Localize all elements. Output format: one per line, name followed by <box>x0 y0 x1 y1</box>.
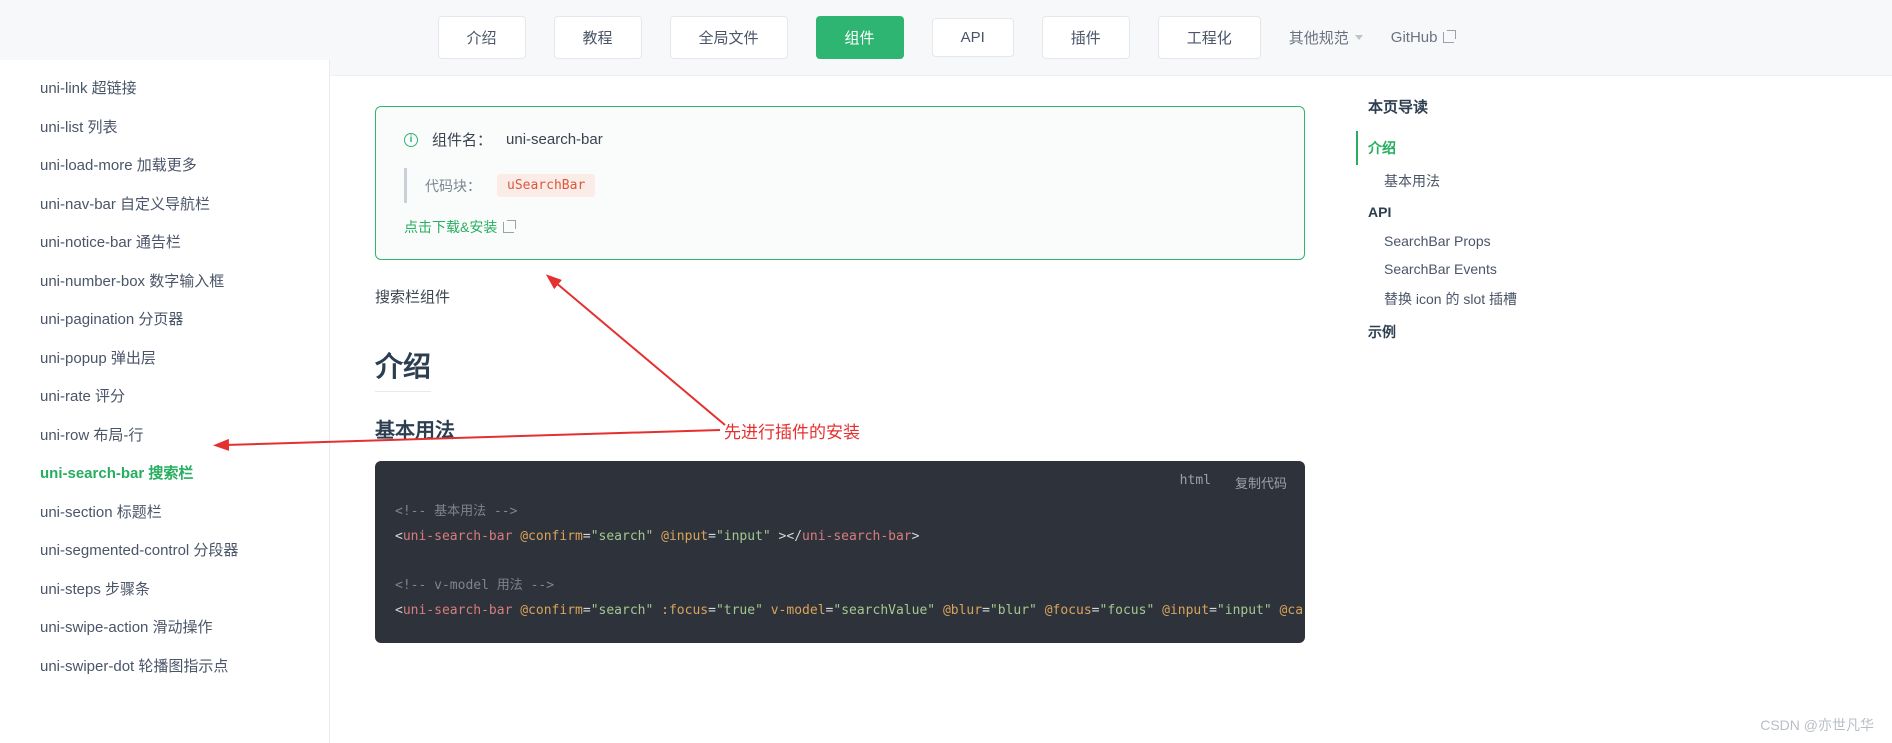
nav-github-label: GitHub <box>1391 29 1438 46</box>
toc-item-slot[interactable]: 替换 icon 的 slot 插槽 <box>1368 283 1568 315</box>
code-example-box: html 复制代码 <!-- 基本用法 --> <uni-search-bar … <box>375 461 1305 643</box>
download-install-link[interactable]: 点击下载&安装 <box>404 217 514 237</box>
sidebar-item[interactable]: uni-popup 弹出层 <box>0 340 329 379</box>
external-link-icon <box>503 222 514 233</box>
toc-item-searchbar-events[interactable]: SearchBar Events <box>1368 255 1568 283</box>
download-install-label: 点击下载&安装 <box>404 217 497 237</box>
sidebar-item[interactable]: uni-section 标题栏 <box>0 494 329 533</box>
nav-plugins[interactable]: 插件 <box>1042 16 1130 59</box>
toc-item-api[interactable]: API <box>1368 197 1568 227</box>
nav-components[interactable]: 组件 <box>816 16 904 59</box>
copy-code-button[interactable]: 复制代码 <box>1235 473 1287 492</box>
sidebar-item[interactable]: uni-pagination 分页器 <box>0 301 329 340</box>
nav-other-spec[interactable]: 其他规范 <box>1289 27 1363 48</box>
sidebar-item[interactable]: uni-swiper-dot 轮播图指示点 <box>0 648 329 687</box>
sidebar-item[interactable]: uni-list 列表 <box>0 109 329 148</box>
main-content: i 组件名： uni-search-bar 代码块： uSearchBar 点击… <box>375 76 1305 643</box>
toc-item-basic-usage[interactable]: 基本用法 <box>1368 165 1568 197</box>
annotation-text: 先进行插件的安装 <box>724 418 860 443</box>
sidebar-item[interactable]: uni-link 超链接 <box>0 70 329 109</box>
sidebar-item[interactable]: uni-steps 步骤条 <box>0 571 329 610</box>
nav-tutorial[interactable]: 教程 <box>554 16 642 59</box>
component-info-card: i 组件名： uni-search-bar 代码块： uSearchBar 点击… <box>375 106 1305 260</box>
nav-api[interactable]: API <box>932 18 1014 57</box>
sidebar-item[interactable]: uni-load-more 加载更多 <box>0 147 329 186</box>
sidebar: uni-link 超链接 uni-list 列表 uni-load-more 加… <box>0 60 330 743</box>
sidebar-item[interactable]: uni-notice-bar 通告栏 <box>0 224 329 263</box>
code-content: <!-- 基本用法 --> <uni-search-bar @confirm="… <box>375 494 1305 643</box>
sidebar-item[interactable]: uni-nav-bar 自定义导航栏 <box>0 186 329 225</box>
code-block-label: 代码块： <box>425 176 481 196</box>
sidebar-item[interactable]: uni-rate 评分 <box>0 378 329 417</box>
nav-github[interactable]: GitHub <box>1391 29 1455 46</box>
nav-global-files[interactable]: 全局文件 <box>670 16 788 59</box>
sidebar-item[interactable]: uni-row 布局-行 <box>0 417 329 456</box>
component-name-label: 组件名： <box>432 129 492 150</box>
nav-intro[interactable]: 介绍 <box>438 16 526 59</box>
external-link-icon <box>1443 32 1454 43</box>
toc-item-intro[interactable]: 介绍 <box>1356 131 1568 165</box>
component-description: 搜索栏组件 <box>375 286 1305 307</box>
nav-engineering[interactable]: 工程化 <box>1158 16 1261 59</box>
chevron-down-icon <box>1355 35 1363 40</box>
info-icon: i <box>404 133 418 147</box>
page-toc: 本页导读 介绍 基本用法 API SearchBar Props SearchB… <box>1368 96 1568 349</box>
code-lang-label: html <box>1180 473 1211 492</box>
section-intro-heading: 介绍 <box>375 345 431 392</box>
code-block-value: uSearchBar <box>497 174 595 197</box>
sidebar-item[interactable]: uni-segmented-control 分段器 <box>0 532 329 571</box>
sidebar-item[interactable]: uni-swipe-action 滑动操作 <box>0 609 329 648</box>
toc-item-searchbar-props[interactable]: SearchBar Props <box>1368 227 1568 255</box>
nav-other-spec-label: 其他规范 <box>1289 27 1349 48</box>
toc-item-example[interactable]: 示例 <box>1368 315 1568 349</box>
component-name-value: uni-search-bar <box>506 131 603 148</box>
sidebar-item[interactable]: uni-number-box 数字输入框 <box>0 263 329 302</box>
sidebar-item-search-bar[interactable]: uni-search-bar 搜索栏 <box>0 455 329 494</box>
watermark: CSDN @亦世凡华 <box>1760 715 1874 735</box>
toc-title: 本页导读 <box>1368 96 1568 117</box>
